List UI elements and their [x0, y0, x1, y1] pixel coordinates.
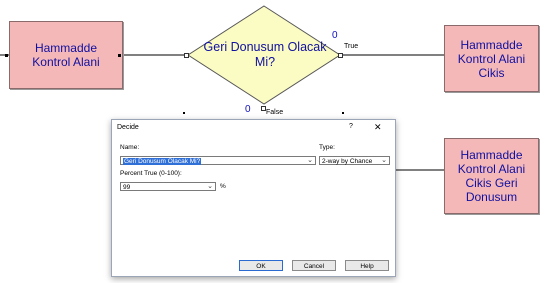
help-icon[interactable]: ?	[349, 123, 353, 130]
help-button[interactable]: Help	[345, 260, 389, 271]
decide-true-label: True	[344, 43, 359, 50]
module-label-line: Kontrol Alani	[457, 51, 526, 66]
percent-true-label: Percent True (0-100):	[120, 170, 182, 177]
decide-false-label: False	[266, 109, 284, 116]
percent-unit: %	[220, 183, 226, 190]
module-label-line: Hammadde	[34, 41, 97, 55]
ok-button[interactable]: OK	[239, 260, 283, 271]
percent-true-field[interactable]: 99 ⌄	[120, 182, 216, 191]
module-label-line: Hammadde	[460, 37, 523, 52]
decide-dialog: Decide ? ✕ Name: Geri Donusum Olacak Mi?…	[111, 119, 396, 277]
module-label-line: Donusum	[465, 190, 518, 204]
close-icon[interactable]: ✕	[374, 122, 382, 133]
dialog-title: Decide	[117, 124, 139, 131]
chevron-down-icon[interactable]: ⌄	[381, 156, 387, 165]
decide-module[interactable]: Geri Donusum Olacak Mi?	[196, 40, 334, 70]
name-field-value: Geri Donusum Olacak Mi?	[123, 158, 202, 165]
type-label: Type:	[319, 144, 335, 151]
module-hammadde-kontrol-alani-cikis[interactable]: Hammadde Kontrol Alani Cikis	[444, 25, 539, 92]
module-label-line: Kontrol Alani	[32, 55, 100, 69]
type-select[interactable]: 2-way by Chance ⌄	[319, 156, 390, 165]
decide-false-count: 0	[245, 104, 251, 115]
chevron-down-icon[interactable]: ⌄	[207, 182, 213, 191]
chevron-down-icon[interactable]: ⌄	[307, 156, 313, 165]
decide-true-count: 0	[332, 30, 338, 41]
decide-true-exit-point[interactable]	[338, 53, 343, 58]
module-label-line: Cikis Geri	[465, 176, 518, 190]
decide-false-exit-point[interactable]	[261, 106, 266, 111]
decide-label-line: Geri Donusum Olacak	[203, 40, 327, 54]
module-entry-point[interactable]	[5, 54, 8, 57]
decide-label-line: Mi?	[254, 55, 276, 69]
module-label-line: Hammadde	[460, 148, 523, 162]
module-exit-point[interactable]	[118, 54, 121, 57]
module-label-line: Kontrol Alani	[457, 162, 526, 176]
decide-entry-point[interactable]	[184, 53, 189, 58]
name-field[interactable]: Geri Donusum Olacak Mi? ⌄	[120, 156, 316, 165]
type-select-value: 2-way by Chance	[322, 158, 373, 165]
percent-true-value: 99	[123, 184, 131, 191]
module-hammadde-kontrol-alani[interactable]: Hammadde Kontrol Alani	[9, 21, 123, 89]
cancel-button[interactable]: Cancel	[292, 260, 336, 271]
canvas-marker	[183, 112, 185, 114]
canvas-marker	[342, 112, 344, 114]
module-hammadde-kontrol-alani-cikis-geri-donusum[interactable]: Hammadde Kontrol Alani Cikis Geri Donusu…	[444, 138, 539, 214]
name-label: Name:	[120, 144, 140, 151]
module-label-line: Cikis	[478, 65, 505, 80]
